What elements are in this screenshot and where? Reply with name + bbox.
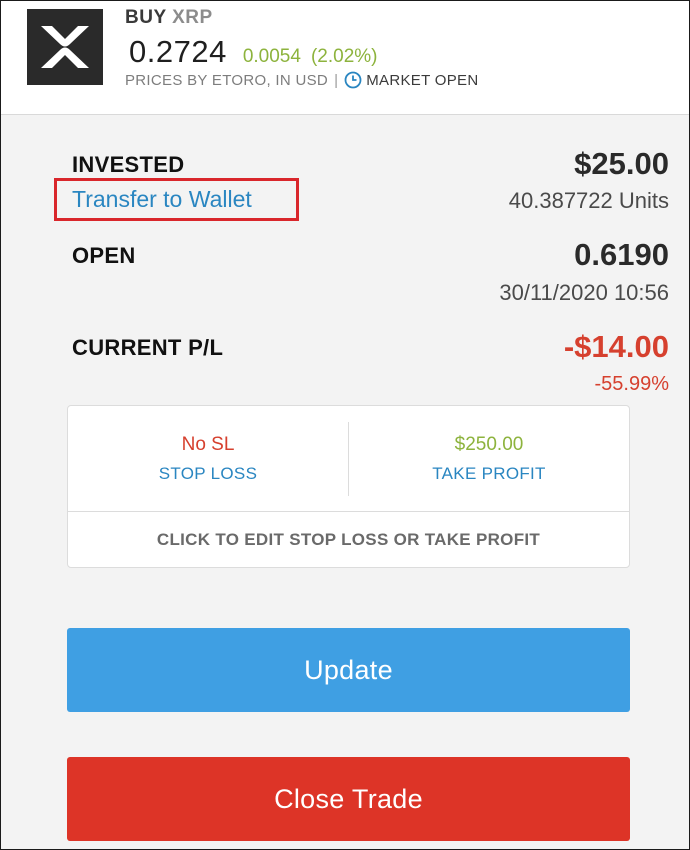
stop-loss-take-profit-card[interactable]: No SL STOP LOSS $250.00 TAKE PROFIT CLIC… (67, 405, 630, 568)
trade-direction: BUY XRP (125, 7, 213, 29)
action-label: BUY (125, 7, 167, 28)
current-pl-percent: -55.99% (594, 373, 670, 395)
stop-loss-value: No SL (181, 433, 235, 455)
close-trade-button[interactable]: Close Trade (67, 757, 630, 841)
open-rate: 0.6190 (574, 237, 669, 272)
take-profit-value: $250.00 (454, 433, 524, 455)
highlight-box (54, 178, 299, 221)
invested-label: INVESTED (72, 152, 185, 177)
xrp-logo-icon (27, 9, 103, 85)
trade-detail-screen: BUY XRP 0.2724 0.0054 (2.02%) PRICES BY … (0, 0, 690, 850)
price-meta: PRICES BY ETORO, IN USD | MARKET OPEN (125, 71, 478, 89)
market-status: MARKET OPEN (366, 71, 479, 89)
open-label: OPEN (72, 243, 136, 268)
stop-loss-section[interactable]: No SL STOP LOSS (68, 406, 348, 511)
price-source: PRICES BY ETORO, IN USD (125, 71, 329, 89)
open-datetime: 30/11/2020 10:56 (499, 280, 669, 305)
take-profit-label: TAKE PROFIT (432, 463, 546, 483)
current-pl-label: CURRENT P/L (72, 335, 224, 360)
update-button[interactable]: Update (67, 628, 630, 712)
clock-icon (344, 71, 362, 89)
price-row: 0.2724 0.0054 (2.02%) (129, 34, 377, 70)
price-change: 0.0054 (242, 46, 301, 67)
separator: | (334, 71, 339, 89)
price-change-percent: (2.02%) (310, 46, 378, 67)
invested-units: 40.387722 Units (508, 188, 669, 213)
stop-loss-label: STOP LOSS (158, 463, 258, 483)
edit-sl-tp-hint[interactable]: CLICK TO EDIT STOP LOSS OR TAKE PROFIT (68, 512, 629, 567)
current-price: 0.2724 (129, 34, 227, 69)
invested-amount: $25.00 (574, 146, 669, 181)
current-pl-amount: -$14.00 (563, 329, 669, 364)
instrument-header: BUY XRP 0.2724 0.0054 (2.02%) PRICES BY … (1, 1, 689, 115)
symbol-label: XRP (172, 7, 213, 28)
take-profit-section[interactable]: $250.00 TAKE PROFIT (349, 406, 629, 511)
